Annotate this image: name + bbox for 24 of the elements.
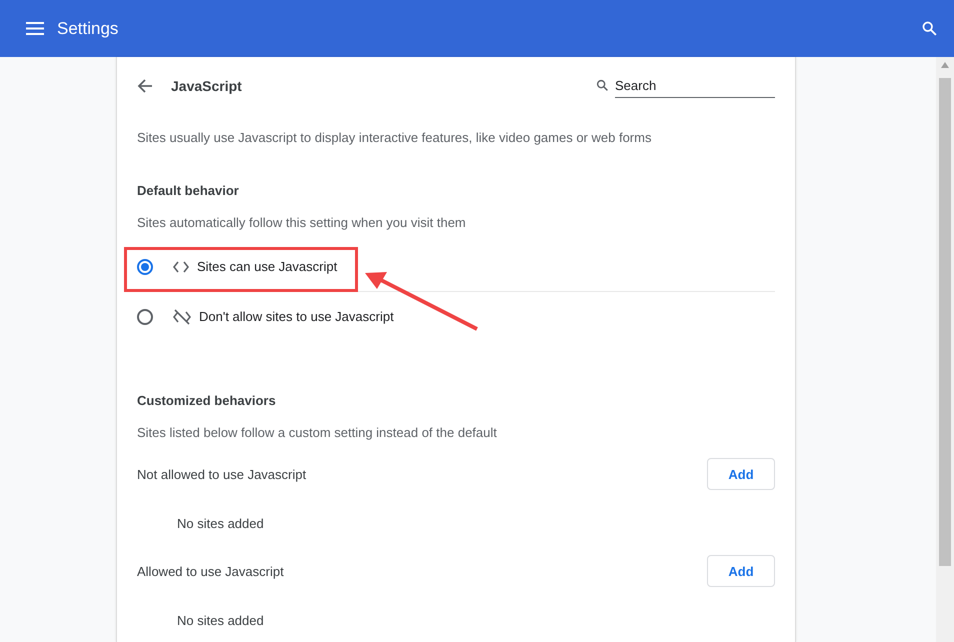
- search-icon: [596, 79, 609, 92]
- app-title: Settings: [57, 18, 120, 38]
- list-label: Allowed to use Javascript: [137, 564, 284, 578]
- radio-button[interactable]: [137, 258, 153, 274]
- section-heading: Default behavior: [137, 183, 240, 198]
- section-heading: Customized behaviors: [137, 393, 277, 408]
- section-subtitle: Sites listed below follow a custom setting instead of the default: [137, 425, 498, 440]
- page-description: Sites usually use Javascript to display interactive features, like video games or web forms: [137, 130, 652, 145]
- section-subtitle: Sites automatically follow this setting when you visit them: [137, 215, 467, 230]
- list-label: Not allowed to use Javascript: [137, 466, 306, 482]
- code-off-icon: [173, 308, 191, 324]
- scrollbar[interactable]: [936, 57, 954, 642]
- option-label[interactable]: Sites can use Javascript: [197, 259, 338, 274]
- option-label[interactable]: Don't allow sites to use Javascript: [199, 309, 394, 324]
- back-arrow-icon[interactable]: [137, 78, 153, 94]
- code-icon: [173, 260, 189, 272]
- add-button[interactable]: Add: [707, 458, 775, 490]
- add-button[interactable]: Add: [707, 555, 775, 587]
- page-title: JavaScript: [171, 78, 243, 94]
- empty-message: No sites added: [176, 613, 265, 628]
- empty-message: No sites added: [176, 516, 265, 531]
- menu-icon[interactable]: [26, 22, 44, 35]
- radio-button[interactable]: [137, 308, 153, 324]
- search-icon[interactable]: [921, 20, 938, 37]
